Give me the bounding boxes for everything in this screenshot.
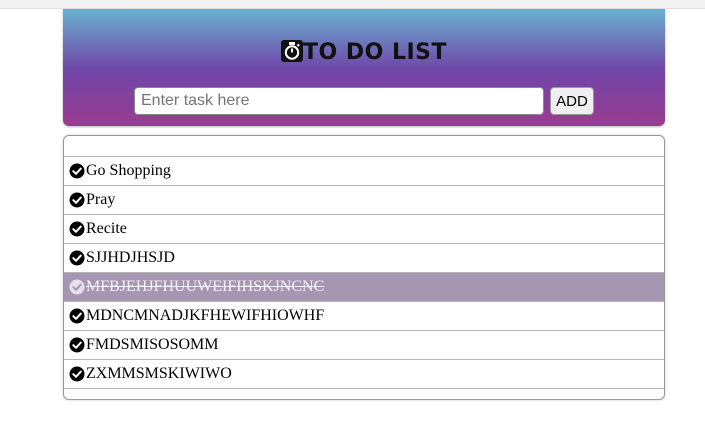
app-header: TO DO LIST ADD: [63, 9, 665, 126]
task-row[interactable]: Pray: [64, 186, 664, 215]
check-circle-icon[interactable]: [69, 366, 85, 382]
list-header-row: [64, 136, 664, 157]
task-row[interactable]: Recite: [64, 215, 664, 244]
task-list: Go Shopping Pray Recite SJJHDJHSJD MFBJEHJFH…: [63, 135, 665, 400]
check-circle-icon[interactable]: [69, 192, 85, 208]
task-label: FMDSMISOSOMM: [86, 336, 219, 353]
task-label: Pray: [86, 191, 116, 208]
check-circle-icon[interactable]: [69, 337, 85, 353]
task-label: SJJHDJHSJD: [86, 249, 175, 266]
task-row[interactable]: MDNCMNADJKFHEWIFHIOWHF: [64, 302, 664, 331]
task-label: MFBJEHJFHUUWEIFIHSKJNCNC: [86, 278, 325, 295]
task-label: ZXMMSMSKIWIWO: [86, 365, 232, 382]
task-label: MDNCMNADJKFHEWIFHIOWHF: [86, 307, 325, 324]
task-row[interactable]: Go Shopping: [64, 157, 664, 186]
check-circle-icon[interactable]: [69, 163, 85, 179]
task-row[interactable]: MFBJEHJFHUUWEIFIHSKJNCNC: [64, 273, 664, 302]
task-label: Go Shopping: [86, 162, 171, 179]
check-circle-icon[interactable]: [69, 308, 85, 324]
title-text: TO DO LIST: [302, 40, 448, 65]
stopwatch-icon: [280, 40, 303, 62]
task-row[interactable]: ZXMMSMSKIWIWO: [64, 360, 664, 389]
browser-top-strip: [0, 0, 705, 9]
task-row[interactable]: FMDSMISOSOMM: [64, 331, 664, 360]
check-circle-icon[interactable]: [69, 279, 85, 295]
page-title: TO DO LIST: [63, 40, 665, 65]
add-button[interactable]: ADD: [550, 87, 594, 115]
task-row[interactable]: SJJHDJHSJD: [64, 244, 664, 273]
check-circle-icon[interactable]: [69, 250, 85, 266]
task-label: Recite: [86, 220, 127, 237]
check-circle-icon[interactable]: [69, 221, 85, 237]
task-input[interactable]: [134, 87, 544, 115]
